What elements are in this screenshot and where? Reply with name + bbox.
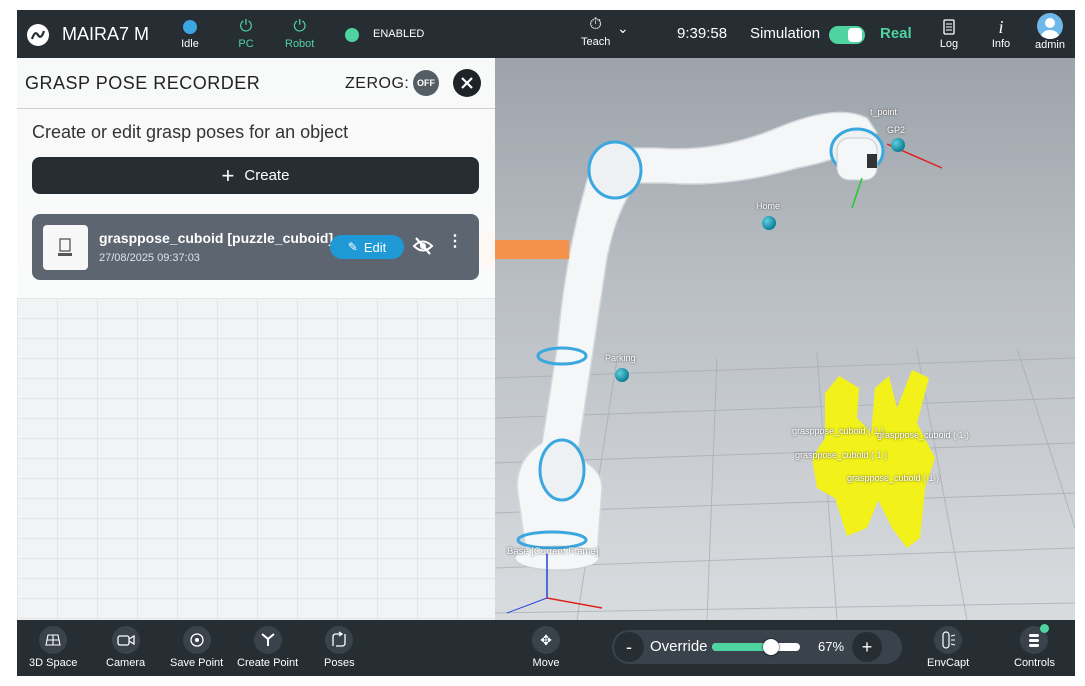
chevron-down-icon[interactable]: ⌄ (617, 20, 629, 37)
camera-button[interactable]: Camera (106, 626, 145, 669)
poses-button[interactable]: Poses (324, 626, 355, 669)
grasp-label: grasppose_cuboid ( 1 ) (877, 430, 970, 440)
grid-plane-icon (39, 626, 68, 654)
power-icon: ⏻ (239, 18, 253, 35)
override-control: - Override 67% + (612, 630, 902, 664)
parking-label: Parking (605, 353, 636, 363)
avatar (1036, 13, 1063, 39)
robot-label: Robot (285, 38, 315, 50)
log-button[interactable]: Log (938, 16, 960, 50)
controls-label: Controls (1014, 657, 1055, 669)
app-window: Home Parking GP2 t_point Base [Current F… (17, 10, 1075, 676)
camera-icon (111, 626, 140, 654)
3d-space-label: 3D Space (29, 657, 78, 669)
user-menu[interactable]: admin (1035, 13, 1065, 51)
info-button[interactable]: i Info (990, 16, 1012, 51)
grasp-pose-date: 27/08/2025 09:37:03 (99, 252, 200, 264)
clock-time: 9:39:58 (677, 25, 728, 42)
panel-header: GRASP POSE RECORDER ZEROG: OFF (17, 58, 495, 109)
override-slider[interactable] (712, 639, 800, 655)
top-bar: MAIRA7 M Idle ⏻ PC ⏻ Robot ENABLED ⏱ Tea… (17, 10, 1075, 58)
panel-subtitle: Create or edit grasp poses for an object (32, 122, 349, 142)
info-icon: i (998, 16, 1004, 37)
power-icon: ⏻ (293, 18, 306, 35)
teach-label: Teach (581, 36, 611, 48)
edit-button[interactable]: ✎ Edit (330, 235, 404, 259)
app-name: MAIRA7 M (62, 24, 150, 44)
save-point-label: Save Point (170, 657, 224, 669)
point-label: t_point (870, 107, 898, 117)
grasp-pose-panel: GRASP POSE RECORDER ZEROG: OFF Create or… (17, 58, 495, 620)
enabled-indicator (345, 28, 359, 42)
visibility-off-icon[interactable] (412, 236, 434, 261)
create-button[interactable]: + Create (32, 157, 479, 194)
gp2-waypoint[interactable] (891, 138, 905, 152)
user-label: admin (1035, 39, 1065, 51)
simulation-real-toggle[interactable] (829, 26, 865, 44)
idle-label: Idle (181, 38, 199, 50)
plus-icon: + (221, 162, 235, 188)
save-point-button[interactable]: Save Point (170, 626, 223, 669)
close-button[interactable] (453, 69, 481, 97)
edit-button-label: Edit (363, 239, 387, 255)
grasp-pose-item[interactable]: grasppose_cuboid [puzzle_cuboid] 27/08/2… (32, 214, 479, 280)
info-label: Info (991, 38, 1011, 50)
decrease-override-button[interactable]: - (614, 632, 644, 662)
grasp-label: grasppose_cuboid ( 1 ) (792, 426, 885, 436)
simulation-label: Simulation (750, 25, 821, 42)
move-button[interactable]: ✥ Move (532, 626, 560, 669)
create-point-label: Create Point (237, 657, 299, 669)
poses-icon (325, 626, 354, 654)
override-slider-thumb[interactable] (762, 639, 779, 655)
more-options-icon[interactable]: ⋮ (447, 234, 463, 250)
enabled-label: ENABLED (373, 28, 425, 40)
gripper-icon (253, 626, 282, 654)
override-value: 67% (818, 639, 845, 654)
move-label: Move (532, 657, 560, 669)
status-badge (1040, 624, 1050, 633)
move-arrows-icon: ✥ (532, 626, 560, 654)
home-label: Home (756, 201, 781, 211)
teach-button[interactable]: ⏱ Teach (581, 14, 610, 48)
pc-power-button[interactable]: ⏻ PC (235, 16, 257, 50)
grasp-label: grasppose_cuboid ( 1 ) (847, 473, 940, 483)
target-icon (182, 626, 211, 654)
log-icon (938, 16, 960, 38)
3d-space-button[interactable]: 3D Space (29, 626, 77, 669)
log-label: Log (939, 38, 959, 50)
brand-logo-icon (27, 24, 49, 46)
envcapt-button[interactable]: EnvCapt (927, 626, 969, 669)
pencil-icon: ✎ (347, 240, 358, 254)
home-waypoint[interactable] (762, 216, 776, 230)
grasp-pose-name: grasppose_cuboid [puzzle_cuboid] (99, 230, 334, 246)
create-button-label: Create (244, 167, 290, 184)
override-label: Override (650, 638, 708, 655)
teach-icon: ⏱ (589, 16, 602, 33)
controls-button[interactable]: Controls (1014, 624, 1055, 669)
zerog-toggle[interactable]: OFF (413, 70, 439, 96)
env-capture-icon (934, 626, 963, 654)
zerog-label: ZEROG: (345, 75, 410, 92)
real-label: Real (880, 25, 912, 42)
create-point-button[interactable]: Create Point (237, 626, 298, 669)
close-icon (461, 77, 473, 89)
controls-icon (1020, 624, 1050, 654)
increase-override-button[interactable]: + (852, 632, 882, 662)
panel-floor-grid (17, 298, 495, 620)
poses-label: Poses (324, 657, 355, 669)
gp2-label: GP2 (887, 125, 906, 135)
envcapt-label: EnvCapt (927, 657, 970, 669)
panel-title: GRASP POSE RECORDER (25, 73, 261, 93)
camera-label: Camera (106, 657, 146, 669)
base-frame-label: Base [Current Frame] (507, 546, 599, 557)
robot-power-button[interactable]: ⏻ Robot (285, 16, 314, 50)
grasp-label: grasppose_cuboid ( 1 ) (795, 450, 888, 460)
parking-waypoint[interactable] (615, 368, 629, 382)
idle-status[interactable]: Idle (179, 16, 201, 50)
pc-label: PC (238, 38, 254, 50)
bottom-bar: 3D Space Camera Save Point Create Point … (17, 620, 1075, 676)
object-icon (43, 225, 88, 270)
